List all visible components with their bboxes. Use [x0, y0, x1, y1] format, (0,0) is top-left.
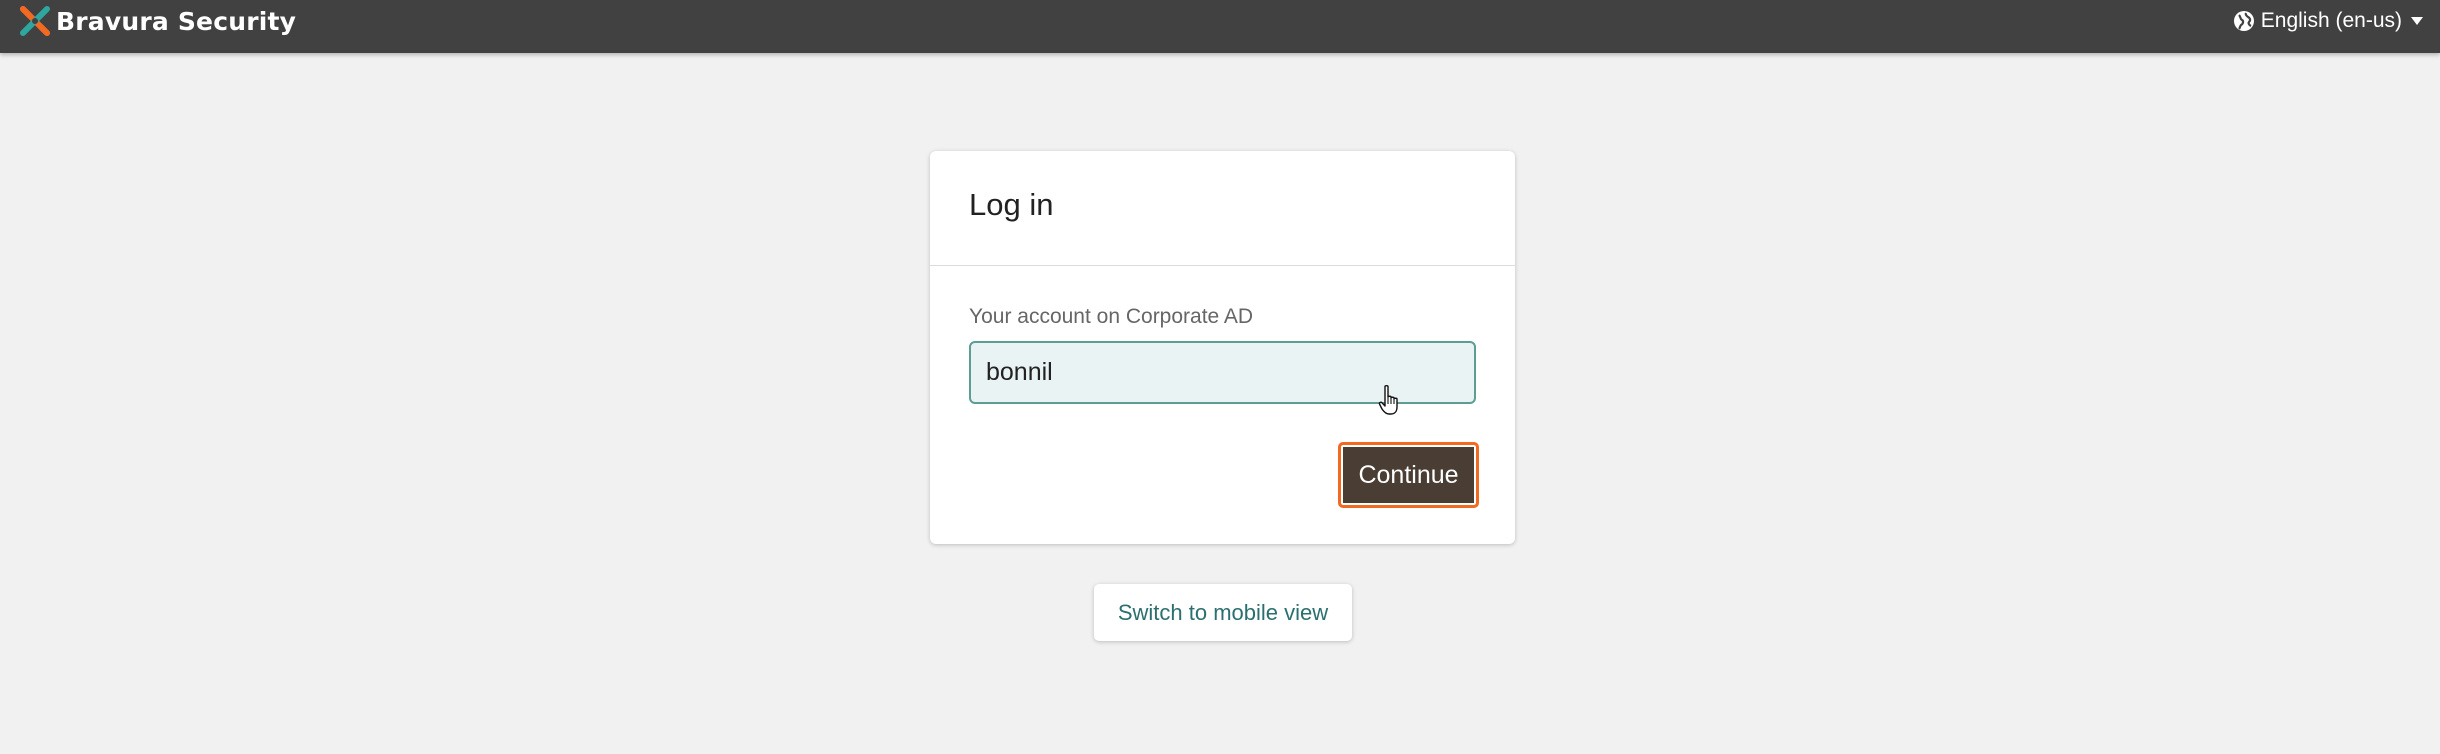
language-selector[interactable]: English (en-us): [2233, 7, 2424, 35]
bravura-logo-icon: [20, 6, 50, 36]
login-card: Log in Your account on Corporate AD Cont…: [930, 151, 1515, 544]
caret-down-icon: [2411, 17, 2423, 25]
page-title: Log in: [969, 187, 1054, 222]
account-field-label: Your account on Corporate AD: [969, 305, 1254, 328]
brand-name: Bravura Security: [56, 6, 297, 36]
login-card-header: Log in: [930, 151, 1515, 266]
globe-icon: [2233, 11, 2254, 31]
top-navbar: Bravura Security English (en-us): [0, 0, 2440, 53]
language-label: English (en-us): [2260, 9, 2402, 32]
hand-pointer-icon: [1378, 384, 1398, 415]
continue-button[interactable]: Continue: [1338, 442, 1479, 508]
switch-to-mobile-view-button[interactable]: Switch to mobile view: [1094, 584, 1352, 641]
brand[interactable]: Bravura Security: [18, 3, 296, 39]
